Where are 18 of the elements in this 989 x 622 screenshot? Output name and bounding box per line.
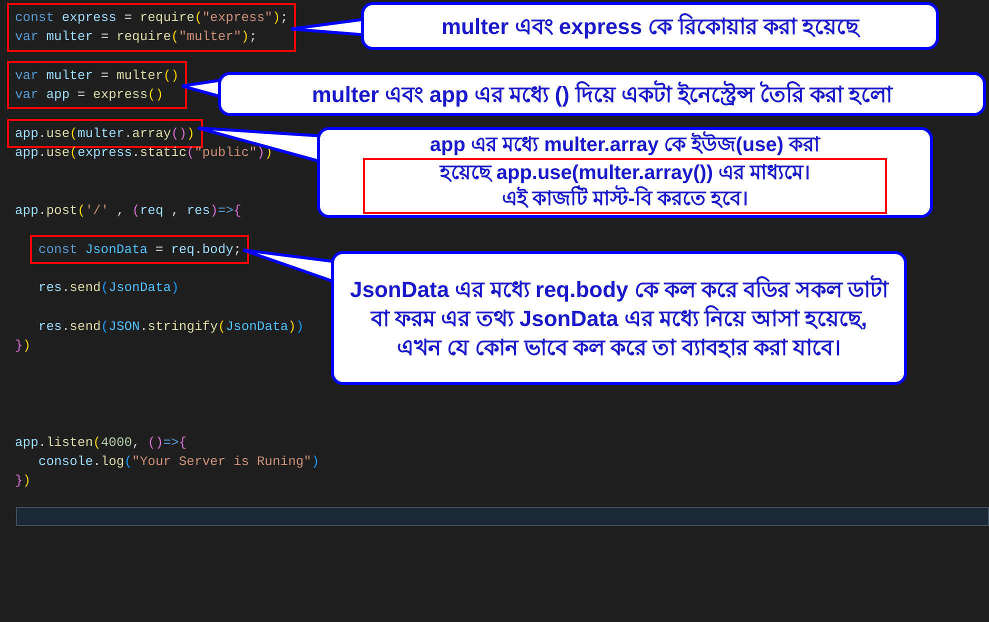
code-line: app.post('/' , (req , res)=>{ <box>15 202 242 220</box>
code-line: res.send(JSON.stringify(JsonData)) <box>37 318 304 336</box>
code-line: console.log("Your Server is Runing") <box>37 452 320 471</box>
code-line: res.send(JsonData) <box>37 279 179 298</box>
code-line: app.listen(4000, ()=>{ <box>15 434 187 452</box>
code-line: const JsonData = req.body; <box>38 240 242 259</box>
code-line: var multer = require("multer"); <box>15 28 257 46</box>
code-line: var app = express() <box>15 86 164 104</box>
code-line: }) <box>15 472 31 490</box>
code-line: }) <box>15 337 31 356</box>
callout-text: app এর মধ্যে multer.array কে ইউজ(use) করা <box>430 132 820 158</box>
code-line: const express = require("express"); <box>15 9 288 27</box>
callout-text: multer এবং express কে রিকোয়ার করা হয়েছে <box>441 12 859 41</box>
code-line: var multer = multer() <box>15 66 179 85</box>
highlighted-text: হয়েছে app.use(multer.array()) এর মাধ্যমে। এই কাজটি মাস্ট-বি করতে হবে। <box>363 158 887 214</box>
code-line: app.use(multer.array()) <box>15 124 194 143</box>
callout-text: multer এবং app এর মধ্যে () দিয়ে একটা ইনেস্ট্রেন্স তৈরি করা হলো <box>312 79 892 109</box>
callout-text: JsonData এর মধ্যে req.body কে কল করে বডির সকল ডাটা বা ফরম এর তথ্য JsonData এর মধ্যে নিয়ে আসা হয়েছে, এখন যে কোন ভাবে কল করে তা ব্যাবহার করা যাবে। <box>349 274 889 362</box>
